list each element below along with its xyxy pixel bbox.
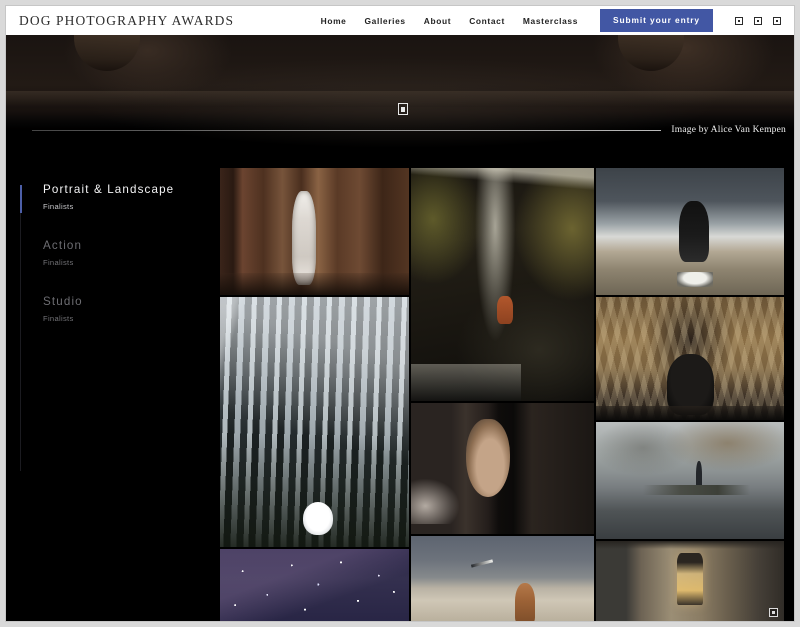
site-logo[interactable]: DOG PHOTOGRAPHY AWARDS xyxy=(19,13,234,29)
site-header: DOG PHOTOGRAPHY AWARDS Home Galleries Ab… xyxy=(6,6,794,35)
photo-grid-column: Vizsla on mossy rock under a cave light … xyxy=(411,168,594,621)
hero-credit-label: Image by Alice Van Kempen xyxy=(671,125,786,135)
photo-image xyxy=(596,297,784,420)
sidebar-item-subtitle: Finalists xyxy=(43,258,218,267)
social-icon-group xyxy=(735,17,785,25)
nav-item-galleries[interactable]: Galleries xyxy=(356,16,415,26)
hero-decor-shape-left xyxy=(74,35,140,71)
broken-image-icon xyxy=(398,103,408,115)
hero-credit: Image by Alice Van Kempen xyxy=(6,125,794,135)
social-placeholder-icon-2[interactable] xyxy=(754,17,762,25)
main-navigation: Home Galleries About Contact Masterclass… xyxy=(312,9,785,32)
divider xyxy=(32,130,661,131)
photo-image xyxy=(220,168,409,295)
photo-dog-cave-light-beam[interactable]: Vizsla on mossy rock under a cave light … xyxy=(411,168,594,401)
photo-dog-watching-seagull[interactable]: Dog watching a seagull under a stormy sk… xyxy=(411,536,594,621)
hero-decor-shape-right xyxy=(618,35,684,71)
photo-border-collie-on-rock[interactable]: Border collie standing on a rock in mist… xyxy=(596,168,784,295)
photo-grid-column: Border collie standing on a rock in mist… xyxy=(596,168,784,621)
sidebar-item-title: Studio xyxy=(43,295,218,308)
photo-person-dog-misty-lake[interactable]: Person and dog by a misty lake with refl… xyxy=(596,422,784,539)
submit-entry-button[interactable]: Submit your entry xyxy=(600,9,713,32)
photo-image xyxy=(411,536,594,621)
nav-item-home[interactable]: Home xyxy=(312,16,356,26)
photo-image xyxy=(411,168,594,401)
active-accent-bar xyxy=(20,297,22,325)
social-placeholder-icon-3[interactable] xyxy=(773,17,781,25)
photo-image xyxy=(220,549,409,621)
photo-dalmatian-doorway[interactable]: Dalmatian peeking around ornate wooden d… xyxy=(220,168,409,295)
sidebar-item-subtitle: Finalists xyxy=(43,314,218,323)
sidebar-item-title: Action xyxy=(43,239,218,252)
photo-dog-peeking-post[interactable]: Brown and white dog peeking around a dar… xyxy=(411,403,594,534)
photo-image xyxy=(596,168,784,295)
photo-white-dog-misty-forest[interactable]: White dog in a misty forest with light r… xyxy=(220,297,409,547)
photo-image xyxy=(411,403,594,534)
photo-image xyxy=(220,297,409,547)
photo-starry-night-sky[interactable]: Starry purple night sky xyxy=(220,549,409,621)
sidebar-item-title: Portrait & Landscape xyxy=(43,183,218,196)
active-accent-bar xyxy=(20,185,22,213)
gallery-section: Portrait & Landscape Finalists Action Fi… xyxy=(6,166,794,621)
sidebar-item-studio[interactable]: Studio Finalists xyxy=(20,295,218,323)
social-placeholder-icon-1[interactable] xyxy=(735,17,743,25)
sidebar-item-subtitle: Finalists xyxy=(43,202,218,211)
category-sidebar: Portrait & Landscape Finalists Action Fi… xyxy=(6,166,218,621)
sidebar-track-line xyxy=(20,186,21,471)
photo-ornate-lantern[interactable]: Ornate hanging lantern in a stone archwa… xyxy=(596,541,784,621)
nav-item-masterclass[interactable]: Masterclass xyxy=(514,16,587,26)
hero-background-image xyxy=(6,35,794,166)
browser-viewport: DOG PHOTOGRAPHY AWARDS Home Galleries Ab… xyxy=(6,6,794,621)
photo-poodle-golden-tunnel[interactable]: Black poodle lying in a golden architect… xyxy=(596,297,784,420)
hero-banner: Image by Alice Van Kempen xyxy=(6,35,794,166)
nav-item-about[interactable]: About xyxy=(415,16,460,26)
active-accent-bar xyxy=(20,241,22,269)
photo-grid: Dalmatian peeking around ornate wooden d… xyxy=(218,166,794,621)
nav-item-contact[interactable]: Contact xyxy=(460,16,514,26)
sidebar-item-action[interactable]: Action Finalists xyxy=(20,239,218,267)
photo-grid-column: Dalmatian peeking around ornate wooden d… xyxy=(220,168,409,621)
photo-image xyxy=(596,541,784,621)
sidebar-item-portrait-landscape[interactable]: Portrait & Landscape Finalists xyxy=(20,183,218,211)
broken-image-icon xyxy=(769,608,778,617)
photo-image xyxy=(596,422,784,539)
